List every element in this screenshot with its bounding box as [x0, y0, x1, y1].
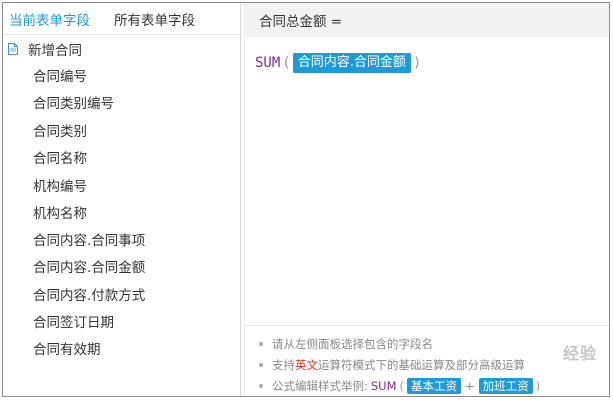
hint-token-basic-salary: 基本工资 [407, 377, 462, 394]
formula-hints: 请从左侧面板选择包含的字段名 支持 英文 运算符模式下的基础运算及部分高级运算 … [245, 325, 609, 396]
field-item-contract-type-no[interactable]: 合同类别编号 [33, 92, 114, 112]
field-item-content-matters[interactable]: 合同内容.合同事项 [33, 229, 145, 249]
formula-function-name: SUM [255, 55, 281, 71]
watermark: 经验 [563, 340, 597, 364]
hint-text: 请从左侧面板选择包含的字段名 [272, 336, 433, 351]
bullet-icon [259, 341, 263, 346]
field-item-contract-name[interactable]: 合同名称 [33, 147, 87, 167]
field-item-org-no[interactable]: 机构编号 [33, 175, 87, 195]
formula-editor[interactable]: SUM ( 合同内容.合同金额 ) [255, 53, 423, 73]
bullet-icon [259, 383, 263, 388]
field-panel: 当前表单字段 所有表单字段 新增合同 合同编号 合同类别编号 合同类别 合同名称… [3, 3, 241, 396]
field-item-contract-type[interactable]: 合同类别 [33, 120, 87, 140]
hint-close-paren: ) [535, 378, 541, 393]
close-paren: ) [412, 55, 422, 71]
tab-all-form-fields[interactable]: 所有表单字段 [114, 9, 195, 29]
tree-root-label: 新增合同 [28, 43, 82, 59]
tab-current-form-fields[interactable]: 当前表单字段 [9, 9, 90, 29]
hint-line-1: 请从左侧面板选择包含的字段名 [245, 333, 609, 354]
formula-field-token[interactable]: 合同内容.合同金额 [292, 53, 411, 73]
hint-example-function: SUM [370, 378, 397, 393]
field-item-org-name[interactable]: 机构名称 [33, 202, 87, 222]
field-item-sign-date[interactable]: 合同签订日期 [33, 311, 114, 331]
hint-open-paren: ( [399, 378, 405, 393]
field-item-contract-no[interactable]: 合同编号 [33, 65, 87, 85]
bullet-icon [259, 362, 263, 367]
tree-root-new-contract[interactable]: 新增合同 [8, 39, 82, 59]
hint-text-prefix: 支持 [272, 357, 295, 372]
hint-highlight-english: 英文 [295, 357, 318, 372]
hint-line-2: 支持 英文 运算符模式下的基础运算及部分高级运算 [245, 354, 609, 375]
field-item-content-amount[interactable]: 合同内容.合同金额 [33, 256, 145, 276]
hint-text-suffix: 运算符模式下的基础运算及部分高级运算 [318, 357, 525, 372]
watermark-text: 经验 [562, 344, 597, 363]
hint-example-prefix: 公式编辑样式举例: [272, 378, 368, 393]
formula-panel: 合同总金额 = SUM ( 合同内容.合同金额 ) 请从左侧面板选择包含的字段名… [244, 3, 609, 396]
formula-editor-window: 当前表单字段 所有表单字段 新增合同 合同编号 合同类别编号 合同类别 合同名称… [2, 2, 610, 397]
hint-operator: + [465, 378, 475, 393]
field-tabs: 当前表单字段 所有表单字段 [3, 3, 240, 35]
hint-line-3: 公式编辑样式举例: SUM ( 基本工资 + 加班工资 ) [245, 375, 609, 396]
formula-target-label: 合同总金额 = [245, 3, 609, 37]
field-item-content-payment[interactable]: 合同内容.付款方式 [33, 284, 145, 304]
open-paren: ( [282, 55, 291, 71]
hint-token-overtime-pay: 加班工资 [478, 377, 533, 394]
document-icon [8, 43, 18, 55]
field-item-validity[interactable]: 合同有效期 [33, 338, 101, 358]
